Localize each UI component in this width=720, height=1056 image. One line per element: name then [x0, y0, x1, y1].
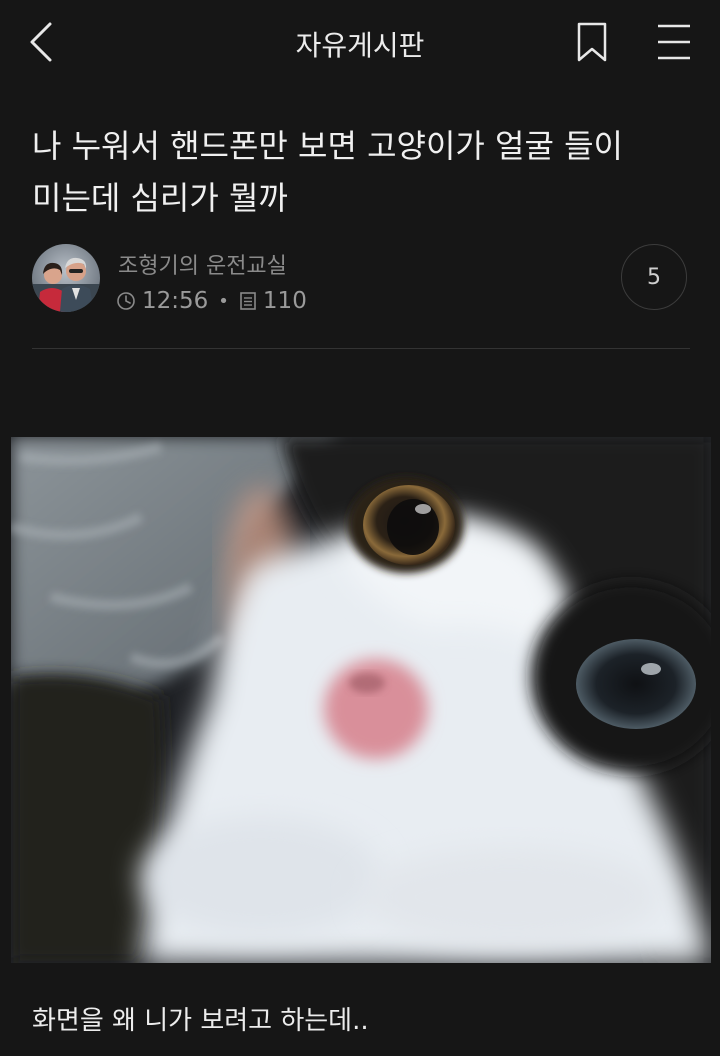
- post-image[interactable]: [11, 437, 711, 963]
- view-count: 110: [262, 288, 307, 314]
- avatar-image: [32, 244, 100, 312]
- board-title: 자유게시판: [295, 29, 425, 62]
- post-title: 나 누워서 핸드폰만 보면 고양이가 얼굴 들이 미는데 심리가 뭘까: [32, 120, 692, 224]
- bookmark-icon: [577, 22, 607, 62]
- post-title-line1: 나 누워서 핸드폰만 보면 고양이가 얼굴 들이: [32, 127, 623, 165]
- meta-separator: •: [218, 290, 229, 312]
- post-title-line2: 미는데 심리가 뭘까: [32, 179, 288, 217]
- divider: [32, 348, 690, 349]
- author-name[interactable]: 조형기의 운전교실: [118, 248, 287, 280]
- avatar[interactable]: [32, 244, 100, 312]
- comment-count-button[interactable]: 5: [621, 244, 687, 310]
- post-time: 12:56: [142, 288, 209, 314]
- top-bar: 자유게시판: [0, 0, 720, 86]
- hamburger-menu-icon: [658, 24, 690, 60]
- menu-button[interactable]: [652, 20, 696, 64]
- clock-icon: [116, 291, 136, 311]
- bookmark-button[interactable]: [572, 20, 612, 64]
- views-icon: [239, 291, 257, 311]
- post-meta: 12:56 • 110: [116, 286, 307, 316]
- post-body: 화면을 왜 니가 보려고 하는데..: [32, 1006, 369, 1036]
- cat-photo: [11, 437, 711, 963]
